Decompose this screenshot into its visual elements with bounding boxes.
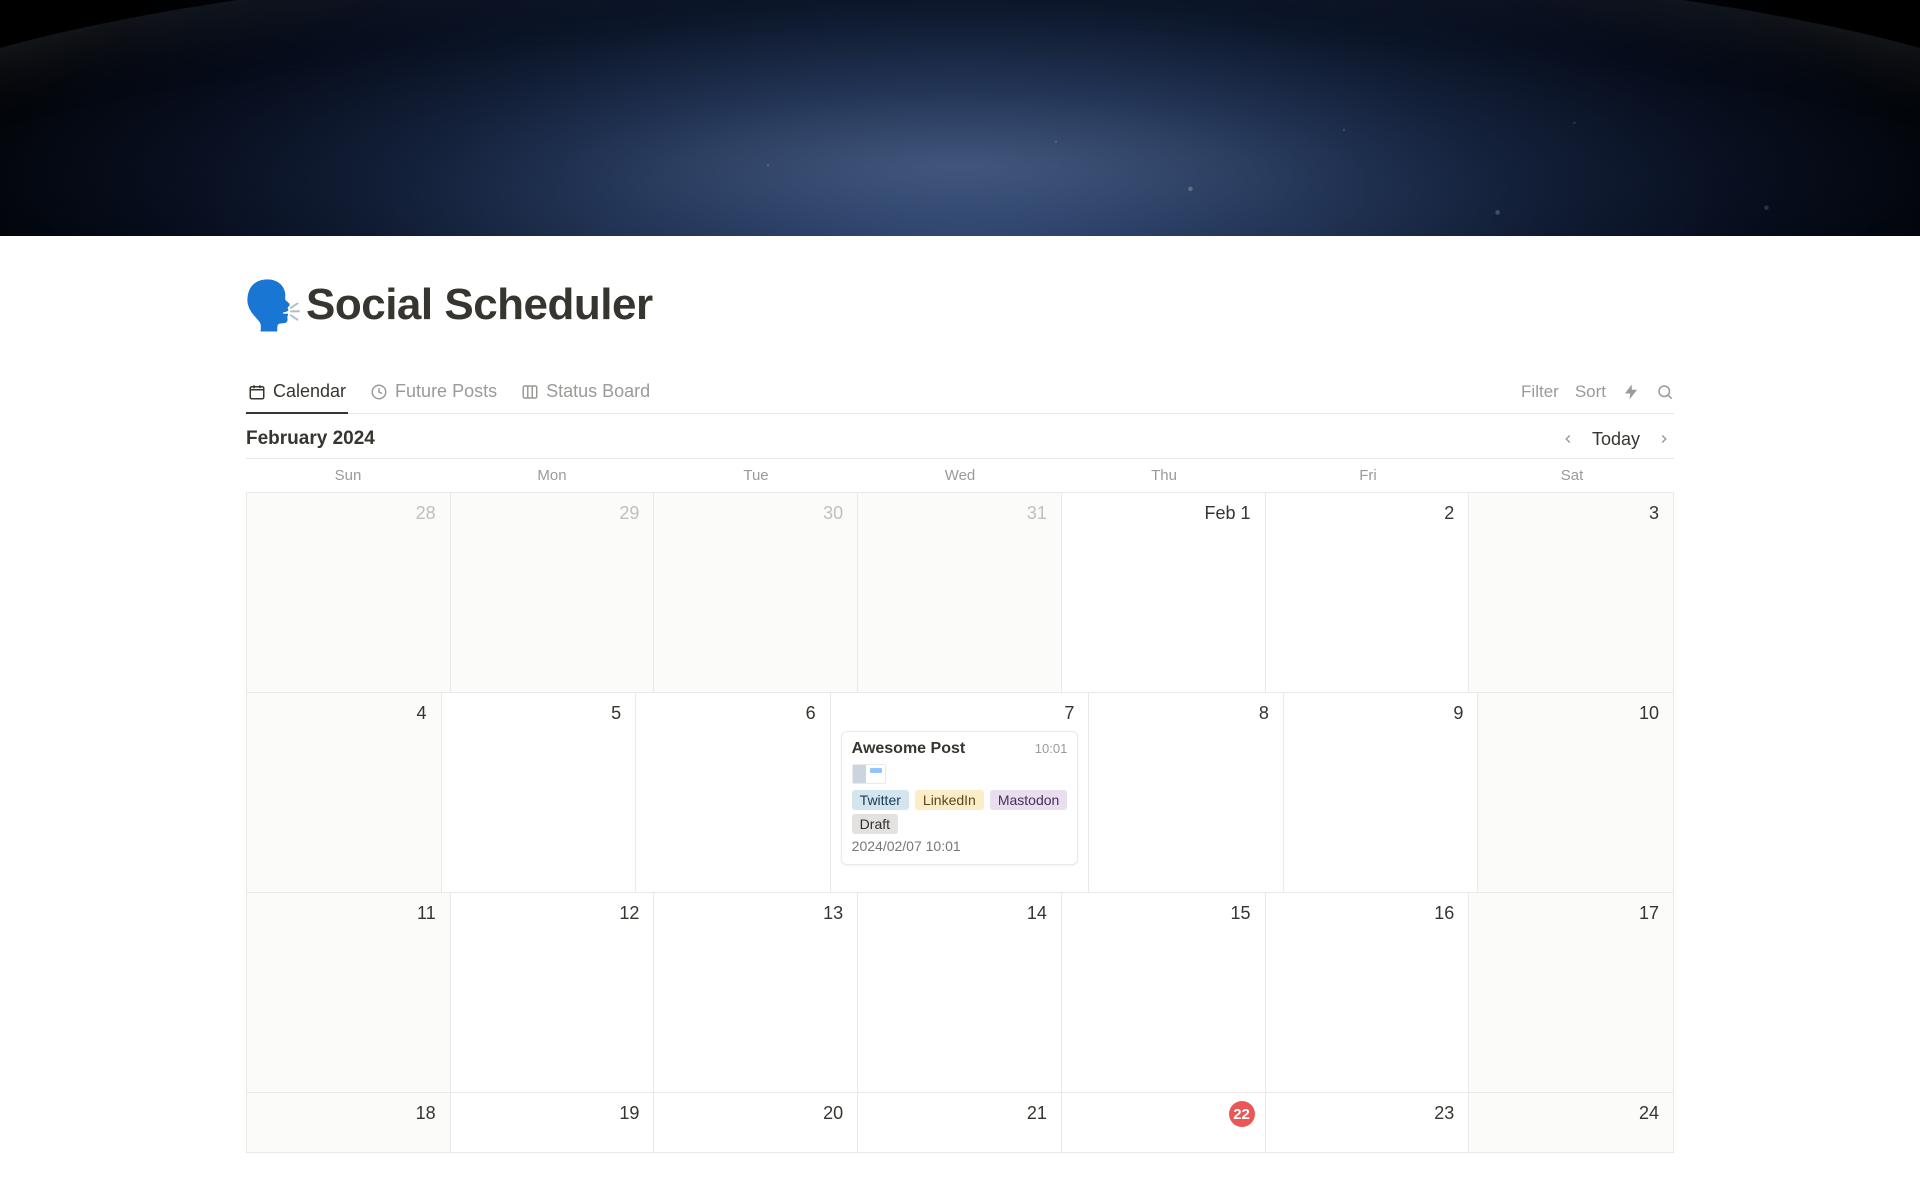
- tab-calendar[interactable]: Calendar: [246, 370, 348, 413]
- day-number: 29: [619, 503, 639, 524]
- day-cell[interactable]: 13: [654, 892, 858, 1092]
- next-month-button[interactable]: [1654, 429, 1674, 449]
- tab-status-label: Status Board: [546, 381, 650, 402]
- day-number: Feb 1: [1205, 503, 1251, 524]
- calendar-icon: [248, 383, 266, 401]
- day-cell[interactable]: 7 Awesome Post 10:01 Twitter LinkedIn Ma…: [831, 692, 1090, 892]
- day-cell[interactable]: 28: [247, 492, 451, 692]
- day-cell[interactable]: 29: [451, 492, 655, 692]
- weekday-mon: Mon: [450, 459, 654, 492]
- day-number: 3: [1649, 503, 1659, 524]
- day-number: 28: [416, 503, 436, 524]
- event-title: Awesome Post: [852, 740, 966, 758]
- day-cell[interactable]: 24: [1469, 1092, 1673, 1152]
- chevron-right-icon: [1657, 432, 1671, 446]
- day-cell[interactable]: 8: [1089, 692, 1284, 892]
- prev-month-button[interactable]: [1558, 429, 1578, 449]
- weekday-sat: Sat: [1470, 459, 1674, 492]
- day-number: 5: [611, 703, 621, 724]
- day-cell[interactable]: 9: [1284, 692, 1479, 892]
- weekday-fri: Fri: [1266, 459, 1470, 492]
- today-button[interactable]: Today: [1592, 429, 1640, 450]
- today-badge: 22: [1229, 1101, 1255, 1127]
- day-number: 14: [1027, 903, 1047, 924]
- day-number: 13: [823, 903, 843, 924]
- day-number: 8: [1259, 703, 1269, 724]
- event-card[interactable]: Awesome Post 10:01 Twitter LinkedIn Mast…: [841, 731, 1079, 865]
- calendar-grid: 28 29 30 31 Feb 1 2 3 4 5 6 7 Awesome Po…: [246, 492, 1674, 1153]
- day-cell[interactable]: 4: [247, 692, 442, 892]
- page-icon[interactable]: 🗣️: [246, 278, 300, 332]
- day-cell[interactable]: Feb 1: [1062, 492, 1266, 692]
- tab-calendar-label: Calendar: [273, 381, 346, 402]
- day-number: 24: [1639, 1103, 1659, 1124]
- tag-mastodon: Mastodon: [990, 790, 1067, 810]
- day-number: 4: [417, 703, 427, 724]
- day-cell[interactable]: 16: [1266, 892, 1470, 1092]
- filter-button[interactable]: Filter: [1521, 382, 1559, 402]
- weekday-header: Sun Mon Tue Wed Thu Fri Sat: [246, 458, 1674, 492]
- day-number: 31: [1027, 503, 1047, 524]
- day-cell[interactable]: 5: [442, 692, 637, 892]
- day-cell[interactable]: 14: [858, 892, 1062, 1092]
- day-cell-today[interactable]: 22: [1062, 1092, 1266, 1152]
- search-icon[interactable]: [1656, 383, 1674, 401]
- day-number: 2: [1444, 503, 1454, 524]
- tab-status-board[interactable]: Status Board: [519, 370, 652, 413]
- weekday-tue: Tue: [654, 459, 858, 492]
- page-title[interactable]: Social Scheduler: [306, 280, 653, 330]
- day-number: 20: [823, 1103, 843, 1124]
- clock-icon: [370, 383, 388, 401]
- day-number: 9: [1453, 703, 1463, 724]
- sort-button[interactable]: Sort: [1575, 382, 1606, 402]
- day-cell[interactable]: 21: [858, 1092, 1062, 1152]
- event-datetime: 2024/02/07 10:01: [852, 838, 1068, 854]
- day-number: 19: [619, 1103, 639, 1124]
- day-number: 10: [1639, 703, 1659, 724]
- day-number: 6: [806, 703, 816, 724]
- day-cell[interactable]: 17: [1469, 892, 1673, 1092]
- day-cell[interactable]: 18: [247, 1092, 451, 1152]
- weekday-wed: Wed: [858, 459, 1062, 492]
- day-cell[interactable]: 11: [247, 892, 451, 1092]
- automation-icon[interactable]: [1622, 383, 1640, 401]
- day-cell[interactable]: 30: [654, 492, 858, 692]
- month-label: February 2024: [246, 428, 375, 450]
- views-tabs: Calendar Future Posts Status Board Filte…: [246, 370, 1674, 414]
- chevron-left-icon: [1561, 432, 1575, 446]
- tag-twitter: Twitter: [852, 790, 909, 810]
- day-number: 18: [416, 1103, 436, 1124]
- event-time: 10:01: [1035, 741, 1068, 756]
- day-cell[interactable]: 10: [1478, 692, 1673, 892]
- day-number: 30: [823, 503, 843, 524]
- cover-image: [0, 0, 1920, 236]
- day-number: 12: [619, 903, 639, 924]
- event-thumbnail: [852, 764, 886, 784]
- day-cell[interactable]: 19: [451, 1092, 655, 1152]
- day-number: 21: [1027, 1103, 1047, 1124]
- day-cell[interactable]: 6: [636, 692, 831, 892]
- day-number: 11: [417, 903, 436, 924]
- day-cell[interactable]: 31: [858, 492, 1062, 692]
- day-cell[interactable]: 15: [1062, 892, 1266, 1092]
- day-cell[interactable]: 20: [654, 1092, 858, 1152]
- day-number: 7: [1064, 703, 1074, 724]
- day-cell[interactable]: 3: [1469, 492, 1673, 692]
- tab-future-label: Future Posts: [395, 381, 497, 402]
- day-number: 16: [1434, 903, 1454, 924]
- day-cell[interactable]: 23: [1266, 1092, 1470, 1152]
- day-number: 17: [1639, 903, 1659, 924]
- status-badge: Draft: [852, 814, 898, 834]
- day-number: 15: [1231, 903, 1251, 924]
- day-cell[interactable]: 2: [1266, 492, 1470, 692]
- tag-linkedin: LinkedIn: [915, 790, 984, 810]
- day-cell[interactable]: 12: [451, 892, 655, 1092]
- weekday-sun: Sun: [246, 459, 450, 492]
- day-number: 23: [1434, 1103, 1454, 1124]
- board-icon: [521, 383, 539, 401]
- weekday-thu: Thu: [1062, 459, 1266, 492]
- tab-future-posts[interactable]: Future Posts: [368, 370, 499, 413]
